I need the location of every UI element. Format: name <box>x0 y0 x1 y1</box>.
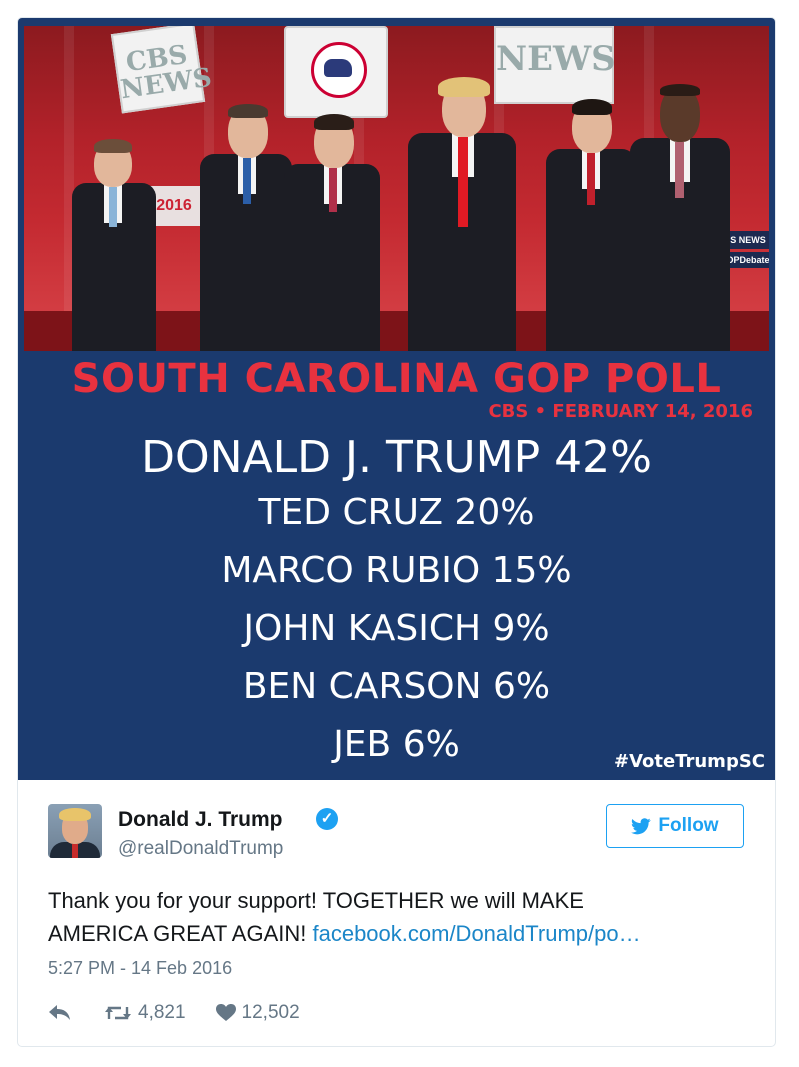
gop-logo-banner <box>284 26 388 118</box>
like-button[interactable]: 12,502 <box>215 1002 300 1024</box>
candidate-figure <box>624 84 736 351</box>
retweet-count: 4,821 <box>138 1002 186 1023</box>
verified-badge-icon: ✓ <box>316 808 338 830</box>
tweet-timestamp[interactable]: 5:27 PM - 14 Feb 2016 <box>48 958 232 979</box>
tweet-actions: 4,821 12,502 <box>48 1000 300 1026</box>
account-handle[interactable]: @realDonaldTrump <box>118 838 283 860</box>
tweet-text: Thank you for your support! TOGETHER we … <box>48 884 748 950</box>
avatar[interactable] <box>48 804 102 858</box>
tweet-text-line2: AMERICA GREAT AGAIN! <box>48 921 313 946</box>
retweet-icon <box>105 1006 131 1020</box>
cbs-news-banner-left: CBS NEWS <box>110 26 214 114</box>
reply-icon <box>49 1005 70 1020</box>
poll-title: SOUTH CAROLINA GOP POLL <box>71 356 722 402</box>
poll-subtitle: CBS • FEBRUARY 14, 2016 <box>488 401 753 422</box>
candidate-figure <box>402 77 522 351</box>
tweet-link[interactable]: facebook.com/DonaldTrump/po… <box>312 921 640 946</box>
hashtag: #VoteTrumpSC <box>613 751 765 772</box>
poll-result-line: BEN CARSON 6% <box>242 666 551 707</box>
debate-photo: CBS NEWS NEWS 2016 S NEWS OPDebate <box>24 26 769 351</box>
account-name[interactable]: Donald J. Trump <box>118 808 283 832</box>
retweet-button[interactable]: 4,821 <box>104 1002 186 1024</box>
follow-label: Follow <box>658 815 719 836</box>
poll-result-line: MARCO RUBIO 15% <box>221 550 572 591</box>
tweet-media-image[interactable]: CBS NEWS NEWS 2016 S NEWS OPDebate SOUTH… <box>18 18 775 780</box>
follow-button[interactable]: Follow <box>606 804 744 848</box>
twitter-bird-icon <box>631 817 652 834</box>
poll-result-line: DONALD J. TRUMP 42% <box>141 432 652 483</box>
poll-result-line: JOHN KASICH 9% <box>243 608 550 649</box>
tweet-card: CBS NEWS NEWS 2016 S NEWS OPDebate SOUTH… <box>17 17 776 1047</box>
heart-icon <box>215 1004 236 1021</box>
candidate-figure <box>276 114 388 351</box>
gop-elephant-icon <box>311 42 367 98</box>
candidate-figure <box>64 139 164 351</box>
poll-result-line: TED CRUZ 20% <box>258 492 535 533</box>
reply-button[interactable] <box>48 1004 72 1022</box>
tweet-text-line1: Thank you for your support! TOGETHER we … <box>48 888 584 913</box>
like-count: 12,502 <box>241 1002 300 1023</box>
